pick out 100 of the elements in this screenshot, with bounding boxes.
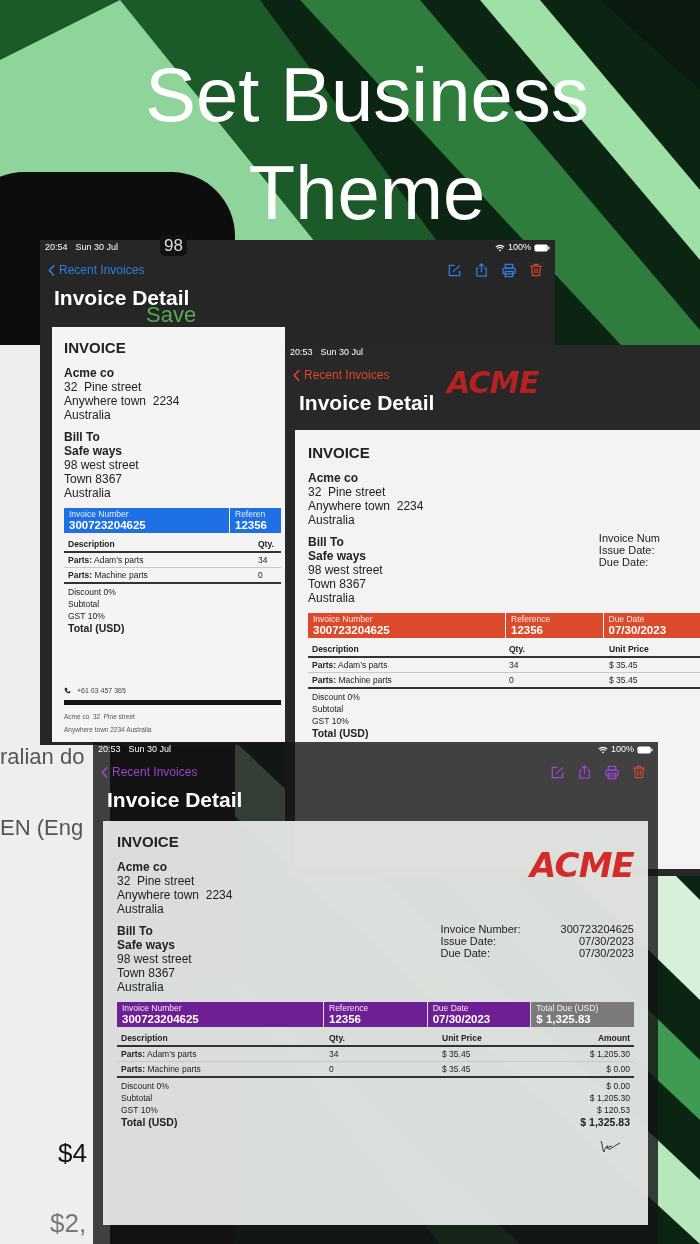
column-header: Unit Price	[442, 1031, 483, 1045]
total-label: Total (USD)	[121, 1115, 178, 1128]
summary-cell: Due Date 07/30/2023	[427, 1001, 531, 1027]
back-chevron-icon	[48, 263, 55, 277]
total-label: Discount 0%	[312, 690, 360, 703]
share-icon[interactable]	[577, 764, 592, 780]
meta-label: Issue Date:	[598, 544, 656, 556]
back-chevron-icon	[101, 765, 108, 779]
summary-cell: Invoice Number 300723204625	[64, 507, 229, 533]
total-label: GST 10%	[68, 609, 105, 622]
total-value: $ 1,325.83	[580, 1115, 630, 1128]
sender-address: Acme co	[117, 859, 169, 874]
table-cell-text: Parts: Adam’s parts	[312, 658, 389, 672]
total-label: Subtotal	[312, 702, 344, 715]
trash-icon[interactable]	[529, 262, 543, 278]
summary-cell: Invoice Number 300723204625	[308, 612, 505, 638]
sender-address: 32 Pine street	[308, 484, 387, 499]
company-logo: ACME	[447, 367, 539, 399]
printer-icon[interactable]	[501, 262, 517, 278]
battery-percent: 100%	[610, 742, 634, 756]
status-time: 20:54	[45, 240, 68, 254]
total-label: Total (USD)	[68, 621, 125, 634]
back-chevron-icon	[293, 368, 300, 382]
sender-address: Australia	[64, 407, 111, 422]
total-value: $ 120.53	[596, 1103, 630, 1116]
total-label: Discount 0%	[121, 1079, 169, 1092]
column-header: Description	[312, 642, 360, 656]
table-cell-text: Parts: Adam’s parts	[121, 1047, 198, 1061]
sender-address: Anywhere town 2234	[64, 393, 180, 408]
table-cell-text: Parts: Machine parts	[68, 568, 149, 582]
battery-icon	[534, 243, 550, 252]
sender-address: Acme co	[308, 470, 360, 485]
headline: Theme	[248, 149, 486, 237]
page-title: Invoice Detail	[107, 787, 243, 813]
bill-to-address: Safe ways	[64, 443, 124, 458]
bill-to-address: Bill To	[117, 923, 154, 938]
sender-address: Anywhere town 2234	[308, 498, 424, 513]
status-time: 20:53	[98, 742, 121, 756]
back-link[interactable]: Recent Invoices	[48, 261, 145, 279]
invoice-heading: INVOICE	[64, 338, 127, 358]
meta-label: Due Date:	[598, 556, 650, 568]
bill-to-address: 98 west street	[64, 457, 140, 472]
sender-address: 32 Pine street	[64, 379, 143, 394]
summary-cell: Reference 12356	[324, 1001, 427, 1027]
status-date: Sun 30 Jul	[75, 240, 119, 254]
invoice-heading: INVOICE	[117, 832, 180, 852]
back-link[interactable]: Recent Invoices	[293, 366, 390, 384]
table-cell-text: 34	[509, 658, 520, 672]
meta-value: 07/30/2023	[577, 935, 634, 947]
summary-cell: Reference 12356	[506, 612, 603, 638]
bill-to-address: Australia	[64, 485, 112, 500]
bill-to-address: Bill To	[64, 429, 101, 444]
bill-to-address: Safe ways	[117, 937, 177, 952]
edit-icon[interactable]	[550, 764, 565, 780]
sender-address: Anywhere town 2234	[117, 887, 233, 902]
table-cell-text: $ 1,205.30	[589, 1047, 630, 1061]
table-cell-text: $ 35.45	[442, 1062, 472, 1076]
column-header: Description	[68, 537, 116, 551]
summary-cell: Referen 12356	[230, 507, 281, 533]
total-label: GST 10%	[312, 714, 349, 727]
bill-to-address: Town 8367	[308, 576, 368, 591]
sender-address: 32 Pine street	[117, 873, 196, 888]
sender-address: Australia	[117, 901, 164, 916]
table-cell-text: $ 35.45	[609, 673, 639, 687]
table-cell-text: 34	[329, 1047, 340, 1061]
sender-address: Acme co	[64, 365, 116, 380]
column-header: Qty.	[509, 642, 526, 656]
settings-text: $2,	[50, 1207, 87, 1240]
trash-icon[interactable]	[632, 764, 646, 780]
bill-to-address: Town 8367	[117, 965, 177, 980]
meta-label: Invoice Num	[598, 532, 660, 544]
meta-label: Issue Date:	[440, 935, 498, 947]
summary-cell: Due Date 07/30/2023	[603, 612, 700, 638]
company-logo: ACME	[530, 847, 634, 883]
bill-to-address: Australia	[308, 590, 356, 605]
back-link[interactable]: Recent Invoices	[101, 763, 198, 781]
table-cell-text: 34	[258, 553, 269, 567]
invoice-heading: INVOICE	[308, 443, 371, 463]
bill-to-address: Town 8367	[64, 471, 124, 486]
table-cell-text: Parts: Adam’s parts	[68, 553, 145, 567]
total-value: $ 0.00	[606, 1079, 630, 1092]
status-time: 20:53	[290, 345, 313, 359]
status-date: Sun 30 Jul	[128, 742, 172, 756]
total-value: $ 1,205.30	[589, 1091, 630, 1104]
column-header: Amount	[597, 1031, 630, 1045]
printer-icon[interactable]	[604, 764, 620, 780]
table-cell-text: 0	[509, 673, 515, 687]
total-label: Subtotal	[68, 597, 100, 610]
column-header: Unit Price	[609, 642, 650, 656]
edit-icon[interactable]	[447, 262, 462, 278]
meta-label: Invoice Number:	[440, 923, 521, 935]
table-cell-text: Parts: Machine parts	[121, 1062, 202, 1076]
total-label: Discount 0%	[68, 585, 116, 598]
battery-badge: 98	[160, 235, 187, 256]
column-header: Description	[121, 1031, 169, 1045]
column-header: Qty.	[329, 1031, 346, 1045]
meta-value: 07/30/2023	[577, 947, 634, 959]
share-icon[interactable]	[474, 262, 489, 278]
bill-to-address: Bill To	[308, 534, 345, 549]
status-date: Sun 30 Jul	[320, 345, 364, 359]
